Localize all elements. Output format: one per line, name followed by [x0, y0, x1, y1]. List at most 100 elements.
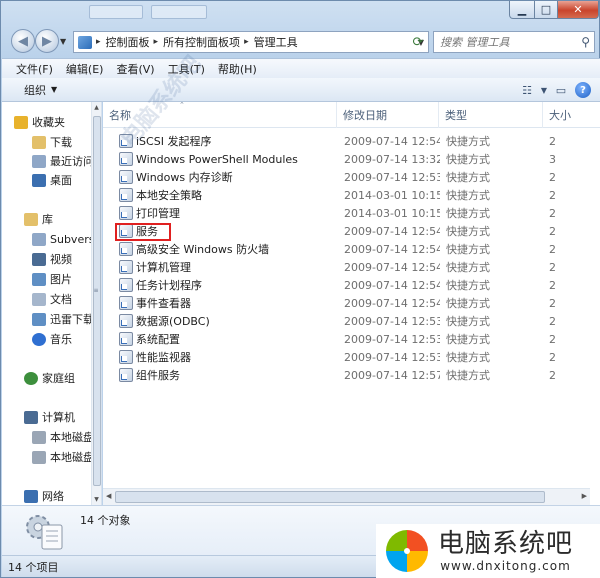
scroll-right-arrow-icon[interactable]: ▶ — [582, 492, 587, 500]
search-input[interactable] — [434, 35, 570, 49]
back-button[interactable]: ◀ — [11, 29, 35, 53]
file-name-cell[interactable]: 性能监视器 — [119, 348, 333, 366]
sidebar-item-recent[interactable]: 最近访问 — [32, 152, 94, 170]
sidebar-item-pictures[interactable]: 图片 — [32, 270, 72, 288]
file-row[interactable]: Windows 内存诊断 2009-07-14 12:53 快捷方式 2 — [103, 168, 600, 186]
sidebar-item-documents[interactable]: 文档 — [32, 290, 72, 308]
column-header-date[interactable]: 修改日期 — [337, 102, 439, 128]
file-name-cell[interactable]: Windows PowerShell Modules — [119, 150, 333, 168]
forward-button[interactable]: ▶ — [35, 29, 59, 53]
sidebar-item-homegroup[interactable]: 家庭组 — [24, 369, 75, 387]
menu-tools[interactable]: 工具(T) — [168, 61, 205, 77]
breadcrumb-separator[interactable]: ▸ — [154, 37, 159, 47]
help-button[interactable]: ? — [572, 80, 594, 100]
sidebar-item-disk-c[interactable]: 本地磁盘 — [32, 428, 94, 446]
file-name-cell[interactable]: 计算机管理 — [119, 258, 333, 276]
sidebar-item-libraries[interactable]: 库 — [24, 210, 53, 228]
file-row[interactable]: 本地安全策略 2014-03-01 10:15 快捷方式 2 — [103, 186, 600, 204]
breadcrumb-all-items[interactable]: 所有控制面板项 — [163, 34, 240, 50]
breadcrumb-separator[interactable]: ▸ — [244, 37, 249, 47]
menu-edit[interactable]: 编辑(E) — [66, 61, 104, 77]
command-bar: 组织 ▼ ☷ ▼ ▭ ? — [2, 78, 600, 102]
title-bar[interactable]: ▁ □ ✕ — [1, 1, 600, 25]
menu-file[interactable]: 文件(F) — [16, 61, 53, 77]
file-row[interactable]: 事件查看器 2009-07-14 12:54 快捷方式 2 — [103, 294, 600, 312]
column-header-size[interactable]: 大小 — [543, 102, 600, 128]
menu-help[interactable]: 帮助(H) — [218, 61, 257, 77]
breadcrumb-control-panel[interactable]: 控制面板 — [106, 34, 150, 50]
search-icon[interactable]: ⚲ — [581, 35, 590, 49]
file-type-cell: 快捷方式 — [446, 279, 490, 292]
horizontal-scrollbar[interactable]: ◀ ▶ — [103, 488, 590, 505]
address-bar[interactable]: ▸ 控制面板 ▸ 所有控制面板项 ▸ 管理工具 ▼ — [73, 31, 429, 53]
maximize-button[interactable]: □ — [534, 1, 558, 19]
sidebar-item-thunder[interactable]: 迅雷下载 — [32, 310, 94, 328]
file-name-cell[interactable]: 打印管理 — [119, 204, 333, 222]
view-dropdown-button[interactable]: ▼ — [538, 80, 550, 100]
file-name: 系统配置 — [136, 333, 180, 346]
scroll-down-arrow-icon[interactable]: ▼ — [92, 496, 101, 503]
sidebar-scrollbar[interactable]: ▲ ≡ ▼ — [91, 102, 101, 505]
file-name: 本地安全策略 — [136, 189, 202, 202]
file-date-cell: 2009-07-14 12:53 — [344, 314, 440, 328]
file-name-cell[interactable]: 系统配置 — [119, 330, 333, 348]
file-name: 数据源(ODBC) — [136, 315, 210, 328]
file-row[interactable]: 任务计划程序 2009-07-14 12:54 快捷方式 2 — [103, 276, 600, 294]
subversion-icon — [32, 232, 46, 246]
scroll-up-arrow-icon[interactable]: ▲ — [92, 104, 101, 111]
file-row[interactable]: 性能监视器 2009-07-14 12:53 快捷方式 2 — [103, 348, 600, 366]
organize-button[interactable]: 组织 ▼ — [24, 82, 57, 98]
file-row[interactable]: 系统配置 2009-07-14 12:53 快捷方式 2 — [103, 330, 600, 348]
file-name: 组件服务 — [136, 369, 180, 382]
sidebar-item-music[interactable]: 音乐 — [32, 330, 72, 348]
file-row[interactable]: 组件服务 2009-07-14 12:57 快捷方式 2 — [103, 366, 600, 384]
file-type-cell: 快捷方式 — [446, 297, 490, 310]
file-row[interactable]: Windows PowerShell Modules 2009-07-14 13:… — [103, 150, 600, 168]
file-row[interactable]: iSCSI 发起程序 2009-07-14 12:54 快捷方式 2 — [103, 132, 600, 150]
sidebar-scroll-thumb[interactable] — [93, 116, 101, 486]
file-name-cell[interactable]: 任务计划程序 — [119, 276, 333, 294]
file-row[interactable]: 服务 2009-07-14 12:54 快捷方式 2 — [103, 222, 600, 240]
file-name-cell[interactable]: Windows 内存诊断 — [119, 168, 333, 186]
recent-pages-dropdown[interactable]: ▼ — [60, 37, 66, 46]
scroll-left-arrow-icon[interactable]: ◀ — [106, 492, 111, 500]
file-type-cell: 快捷方式 — [446, 135, 490, 148]
file-name-cell[interactable]: 组件服务 — [119, 366, 333, 384]
column-header-type[interactable]: 类型 — [439, 102, 543, 128]
sidebar-item-subversion[interactable]: Subversi — [32, 230, 98, 248]
sidebar-item-network[interactable]: 网络 — [24, 487, 64, 505]
sidebar-item-desktop[interactable]: 桌面 — [32, 171, 72, 189]
download-folder-icon — [32, 135, 46, 149]
file-row[interactable]: 打印管理 2014-03-01 10:15 快捷方式 2 — [103, 204, 600, 222]
view-options-button[interactable]: ☷ — [516, 80, 538, 100]
file-row[interactable]: 高级安全 Windows 防火墙 2009-07-14 12:54 快捷方式 2 — [103, 240, 600, 258]
file-name-cell[interactable]: 事件查看器 — [119, 294, 333, 312]
sidebar-item-disk-d[interactable]: 本地磁盘 — [32, 448, 94, 466]
file-name-cell[interactable]: 高级安全 Windows 防火墙 — [119, 240, 333, 258]
brand-url: www.dnxitong.com — [440, 559, 571, 573]
sidebar-item-computer[interactable]: 计算机 — [24, 408, 75, 426]
close-button[interactable]: ✕ — [557, 1, 599, 19]
annotation-highlight-box — [115, 223, 171, 241]
file-name-cell[interactable]: 本地安全策略 — [119, 186, 333, 204]
file-name-cell[interactable]: 数据源(ODBC) — [119, 312, 333, 330]
file-type-cell: 快捷方式 — [446, 351, 490, 364]
file-date-cell: 2014-03-01 10:15 — [344, 188, 440, 202]
file-row[interactable]: 数据源(ODBC) 2009-07-14 12:53 快捷方式 2 — [103, 312, 600, 330]
breadcrumb-admin-tools[interactable]: 管理工具 — [254, 34, 298, 50]
file-name-cell[interactable]: iSCSI 发起程序 — [119, 132, 333, 150]
sidebar-item-favorites[interactable]: 收藏夹 — [14, 113, 65, 131]
menu-view[interactable]: 查看(V) — [116, 61, 154, 77]
sidebar-item-label: 本地磁盘 — [50, 451, 94, 464]
sidebar-item-downloads[interactable]: 下载 — [32, 133, 72, 151]
sidebar-item-videos[interactable]: 视频 — [32, 250, 72, 268]
search-box[interactable]: ⚲ — [433, 31, 595, 53]
horizontal-scroll-thumb[interactable] — [115, 491, 545, 503]
minimize-button[interactable]: ▁ — [509, 1, 535, 19]
file-date-cell: 2009-07-14 12:53 — [344, 332, 440, 346]
breadcrumb-separator[interactable]: ▸ — [96, 37, 101, 47]
refresh-button[interactable]: ⟳ — [407, 32, 429, 52]
file-row[interactable]: 计算机管理 2009-07-14 12:54 快捷方式 2 — [103, 258, 600, 276]
column-header-name[interactable]: ⌃ 名称 — [103, 102, 337, 128]
preview-pane-button[interactable]: ▭ — [550, 80, 572, 100]
